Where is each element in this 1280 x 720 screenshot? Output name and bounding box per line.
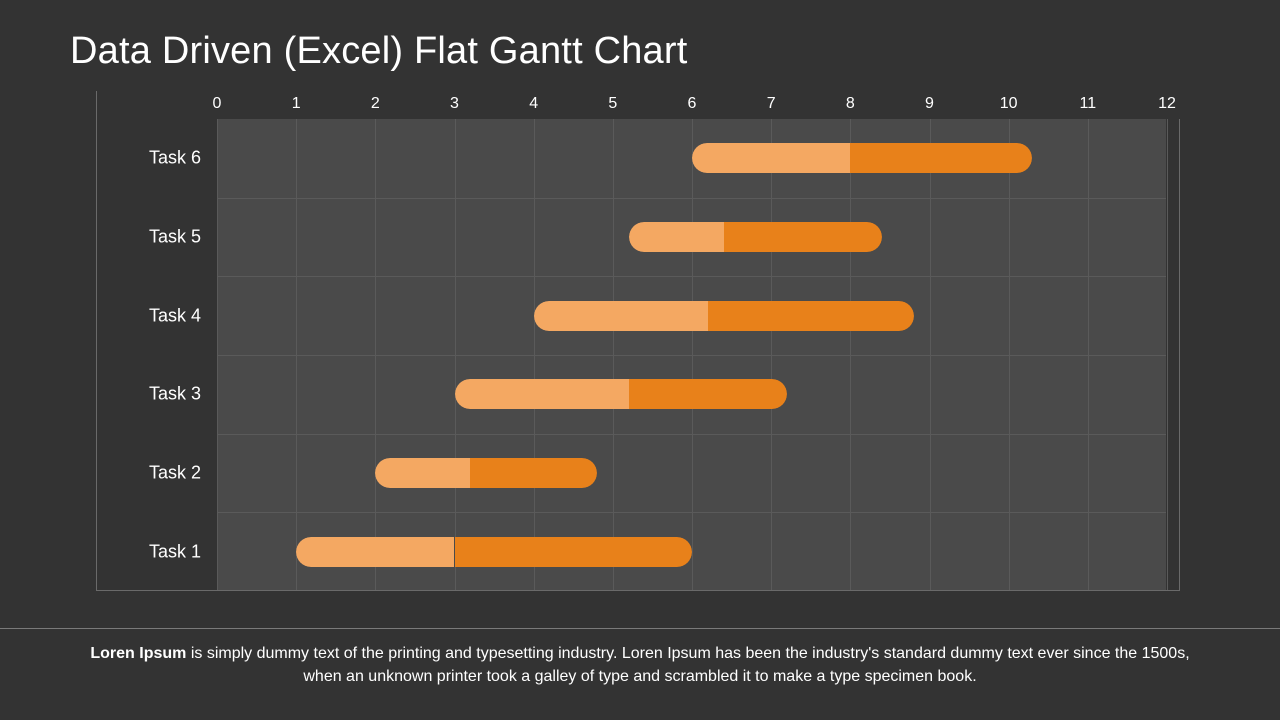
gridline-horizontal xyxy=(217,276,1166,277)
gantt-bar-segment-1 xyxy=(296,537,454,567)
gridline-horizontal xyxy=(217,355,1166,356)
gridline-horizontal xyxy=(217,512,1166,513)
x-tick-label: 4 xyxy=(529,95,538,113)
gantt-bar xyxy=(692,143,1032,173)
gantt-bar xyxy=(455,379,788,409)
x-tick-label: 6 xyxy=(688,95,697,113)
gantt-bar-segment-1 xyxy=(692,143,850,173)
gantt-bar-segment-2 xyxy=(629,379,787,409)
gantt-bar-segment-1 xyxy=(375,458,470,488)
x-tick-label: 2 xyxy=(371,95,380,113)
gridline-horizontal xyxy=(217,198,1166,199)
gridline-vertical xyxy=(1167,119,1168,590)
x-tick-label: 3 xyxy=(450,95,459,113)
gantt-bar xyxy=(629,222,882,252)
y-tick-label: Task 1 xyxy=(149,541,201,562)
x-tick-label: 0 xyxy=(213,95,222,113)
slide-title: Data Driven (Excel) Flat Gantt Chart xyxy=(70,30,1210,73)
gantt-bar-segment-2 xyxy=(850,143,1032,173)
gantt-bar-segment-2 xyxy=(455,537,692,567)
gantt-bar xyxy=(375,458,597,488)
gantt-bar xyxy=(534,301,914,331)
x-axis: 0123456789101112 xyxy=(97,91,1180,119)
gantt-bar xyxy=(296,537,692,567)
x-tick-label: 12 xyxy=(1158,95,1176,113)
y-tick-label: Task 3 xyxy=(149,384,201,405)
y-tick-label: Task 2 xyxy=(149,463,201,484)
x-tick-label: 8 xyxy=(846,95,855,113)
footer-rest: is simply dummy text of the printing and… xyxy=(186,645,1189,685)
gridline-horizontal xyxy=(217,434,1166,435)
gantt-bar-segment-1 xyxy=(534,301,708,331)
y-tick-label: Task 4 xyxy=(149,305,201,326)
gantt-bar-segment-1 xyxy=(455,379,629,409)
gantt-bar-segment-2 xyxy=(470,458,597,488)
x-tick-label: 11 xyxy=(1080,95,1097,113)
gantt-bar-segment-1 xyxy=(629,222,724,252)
x-tick-label: 10 xyxy=(1000,95,1018,113)
y-tick-label: Task 6 xyxy=(149,148,201,169)
footer-text: Loren Ipsum is simply dummy text of the … xyxy=(88,642,1192,688)
x-tick-label: 1 xyxy=(292,95,301,113)
x-tick-label: 9 xyxy=(925,95,934,113)
footer-bold: Loren Ipsum xyxy=(90,645,186,662)
x-tick-label: 7 xyxy=(767,95,776,113)
slide: Data Driven (Excel) Flat Gantt Chart 012… xyxy=(0,0,1280,720)
gantt-chart: 0123456789101112 Task 6Task 5Task 4Task … xyxy=(96,91,1180,591)
x-tick-label: 5 xyxy=(608,95,617,113)
chart-plot-area: Task 6Task 5Task 4Task 3Task 2Task 1 xyxy=(217,119,1166,590)
footer-separator xyxy=(0,628,1280,629)
gantt-bar-segment-2 xyxy=(708,301,914,331)
y-tick-label: Task 5 xyxy=(149,227,201,248)
gantt-bar-segment-2 xyxy=(724,222,882,252)
